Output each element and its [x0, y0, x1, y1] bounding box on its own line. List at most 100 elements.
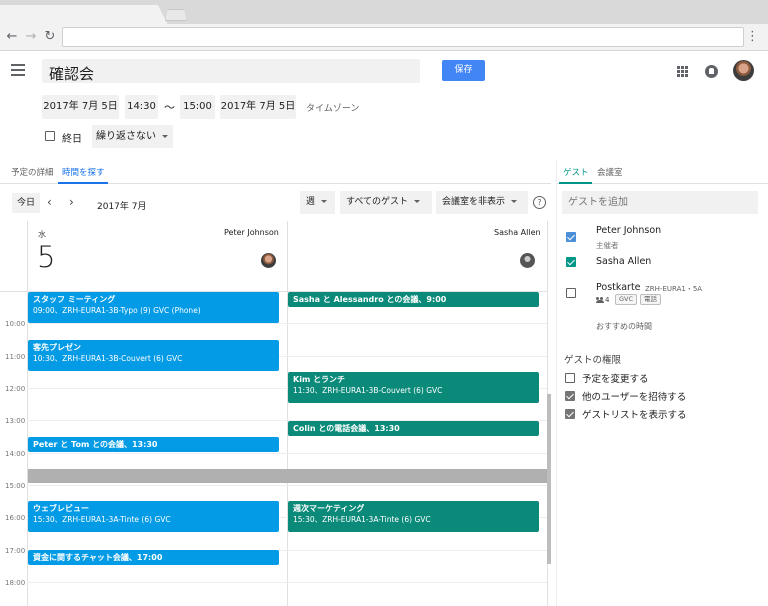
guest-name: Sasha Allen [596, 256, 652, 267]
reload-icon[interactable]: ↻ [43, 29, 57, 45]
event-title-text: 確認会 [49, 65, 95, 83]
hour-line [27, 485, 547, 486]
apps-grid-icon[interactable] [677, 66, 688, 77]
start-time-field[interactable]: 14:30 [125, 95, 158, 119]
calendar-event[interactable]: Sasha と Alessandro との会議、9:00 [288, 292, 539, 307]
time-separator: 〜 [164, 101, 175, 114]
repeat-select[interactable]: 繰り返さない [92, 125, 173, 148]
calendar-event[interactable]: Kim とランチ 11:30、ZRH-EURA1-3B-Couvert (6) … [288, 372, 539, 403]
view-select[interactable]: 週 [300, 191, 335, 214]
room-checkbox[interactable] [566, 288, 576, 298]
calendar-event[interactable]: 客先プレゼン 10:30、ZRH-EURA1-3B-Couvert (6) GV… [28, 340, 279, 371]
event-title: スタッフ ミーティング [33, 295, 116, 304]
grid-scrollbar[interactable] [547, 394, 551, 564]
calendar-event[interactable]: Colin との電話会議、13:30 [288, 421, 539, 436]
hour-label: 17:00 [5, 547, 26, 555]
tab-guests[interactable]: ゲスト [563, 166, 589, 178]
permission-checkbox[interactable] [565, 391, 575, 401]
calendar-event[interactable]: ウェブレビュー 15:30、ZRH-EURA1-3A-Tinte (6) GVC [28, 501, 279, 532]
event-title: Sasha と Alessandro との会議、9:00 [293, 295, 447, 304]
hour-label: 14:00 [5, 450, 26, 458]
previous-arrow-icon[interactable]: ‹ [47, 195, 52, 209]
forward-arrow-icon[interactable]: → [24, 29, 38, 45]
avatar [261, 253, 276, 268]
hour-label: 10:00 [5, 320, 26, 328]
chevron-down-icon [321, 200, 328, 203]
browser-tab[interactable] [0, 5, 168, 25]
panel-divider [556, 160, 557, 606]
proposed-time-slot[interactable] [28, 469, 547, 483]
end-date-field[interactable]: 2017年 7月 5日 [220, 95, 296, 119]
guest-checkbox[interactable] [566, 257, 576, 267]
calendar-event[interactable]: スタッフ ミーティング 09:00、ZRH-EURA1-3B-Typo (9) … [28, 292, 279, 323]
rooms-visibility-select[interactable]: 会議室を非表示 [436, 191, 528, 214]
chevron-down-icon [414, 200, 421, 203]
hour-label: 13:00 [5, 417, 26, 425]
permission-label: 予定を変更する [582, 374, 649, 385]
browser-toolbar: ← → ↻ ⋮ [0, 24, 768, 51]
today-button[interactable]: 今日 [12, 193, 40, 213]
day-number: 5 [37, 240, 56, 274]
back-arrow-icon[interactable]: ← [5, 29, 19, 45]
permission-checkbox[interactable] [565, 409, 575, 419]
event-title: 客先プレゼン [33, 343, 81, 352]
calendar-event[interactable]: 資金に関するチャット会議、17:00 [28, 550, 279, 565]
add-guest-input[interactable]: ゲストを追加 [562, 191, 758, 214]
calendar-event[interactable]: Peter と Tom との会議、13:30 [28, 437, 279, 452]
guest-checkbox[interactable] [566, 232, 576, 242]
calendar-event[interactable]: 週次マーケティング 15:30、ZRH-EURA1-3A-Tinte (6) G… [288, 501, 539, 532]
permission-label: 他のユーザーを招待する [582, 392, 687, 403]
browser-menu-icon[interactable]: ⋮ [746, 29, 759, 45]
column-person-name: Sasha Allen [494, 228, 541, 237]
event-title: ウェブレビュー [33, 504, 89, 513]
room-name: Postkarte [596, 282, 641, 293]
permission-checkbox[interactable] [565, 373, 575, 383]
month-label: 2017年 7月 [97, 202, 147, 212]
event-title-input[interactable]: 確認会 [42, 59, 420, 83]
new-tab-button[interactable] [165, 9, 187, 21]
chevron-down-icon [162, 134, 168, 138]
hour-label: 15:00 [5, 482, 26, 490]
main-menu-icon[interactable] [11, 64, 25, 76]
event-title: 資金に関するチャット会議、17:00 [33, 553, 163, 562]
browser-tabstrip [0, 0, 768, 25]
room-capacity: 4 [605, 296, 610, 304]
event-title: Peter と Tom との会議、13:30 [33, 440, 158, 449]
start-date-field[interactable]: 2017年 7月 5日 [42, 95, 119, 119]
event-detail: 10:30、ZRH-EURA1-3B-Couvert (6) GVC [33, 354, 183, 363]
hour-label: 11:00 [5, 353, 26, 361]
event-title: Kim とランチ [293, 375, 346, 384]
notifications-icon[interactable] [705, 65, 718, 78]
hour-label: 12:00 [5, 385, 26, 393]
timezone-link[interactable]: タイムゾーン [306, 101, 359, 114]
tab-rooms[interactable]: 会議室 [597, 166, 623, 178]
guests-filter-select[interactable]: すべてのゲスト [340, 191, 432, 214]
all-day-checkbox[interactable] [45, 131, 55, 141]
time-gutter-divider [27, 221, 28, 606]
details-tabs: 予定の詳細 時間を探す [0, 160, 551, 184]
guest-room-tabs: ゲスト 会議室 [557, 160, 768, 184]
help-icon[interactable]: ? [533, 196, 546, 209]
tab-find-time[interactable]: 時間を探す [62, 166, 105, 178]
room-tag: GVC [615, 294, 638, 305]
tab-event-details[interactable]: 予定の詳細 [11, 166, 54, 178]
hour-line [27, 323, 547, 324]
guest-permissions-title: ゲストの権限 [564, 355, 622, 366]
event-detail: 15:30、ZRH-EURA1-3A-Tinte (6) GVC [293, 515, 431, 524]
address-bar[interactable] [62, 27, 744, 47]
column-divider [287, 221, 288, 606]
save-button[interactable]: 保存 [442, 60, 485, 81]
permission-label: ゲストリストを表示する [582, 410, 687, 421]
end-time-field[interactable]: 15:00 [180, 95, 215, 119]
guest-role: 主催者 [596, 241, 619, 250]
active-tab-indicator [559, 182, 592, 184]
account-avatar[interactable] [733, 60, 754, 81]
guests-filter-value: すべてのゲスト [346, 197, 409, 207]
hour-line [27, 453, 547, 454]
chevron-down-icon [511, 200, 518, 203]
rooms-visibility-value: 会議室を非表示 [442, 197, 506, 207]
next-arrow-icon[interactable]: › [69, 195, 74, 209]
event-detail: 09:00、ZRH-EURA1-3B-Typo (9) GVC (Phone) [33, 306, 201, 315]
people-icon [596, 297, 604, 303]
suggested-times-link[interactable]: おすすめの時間 [596, 321, 652, 332]
